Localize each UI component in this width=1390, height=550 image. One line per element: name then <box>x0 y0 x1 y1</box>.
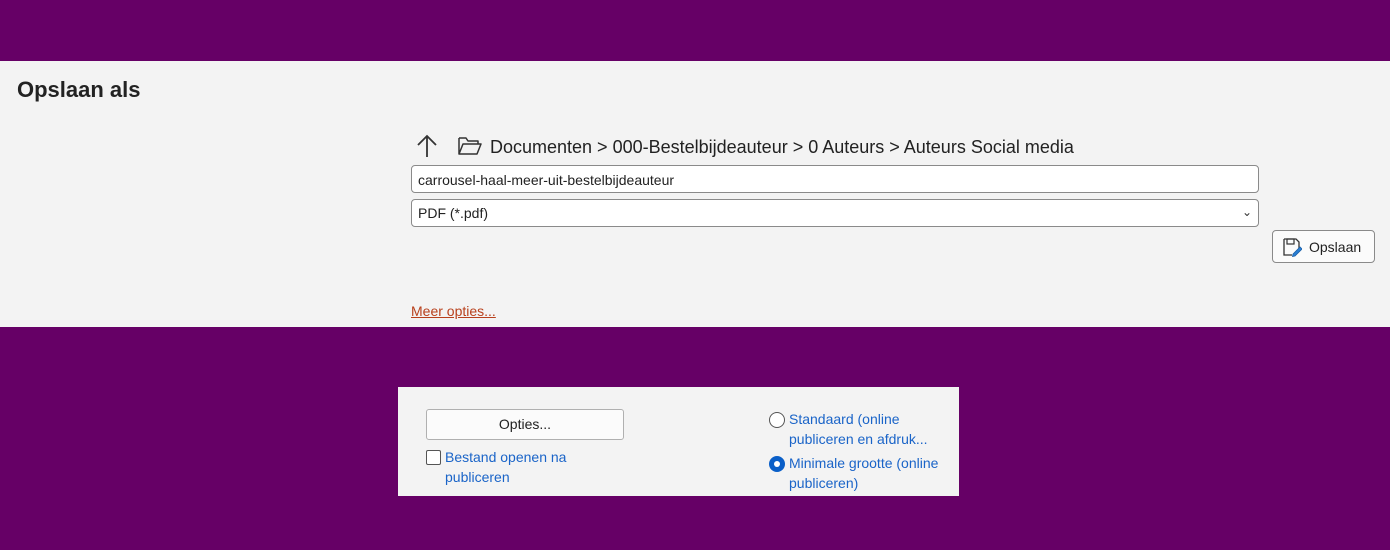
radio-minimum-size[interactable] <box>769 456 785 472</box>
page-title: Opslaan als <box>17 77 141 102</box>
publish-options-panel: Opties... Bestand openen na publiceren S… <box>398 387 959 496</box>
filetype-select[interactable]: PDF (*.pdf) ⌄ <box>411 199 1259 227</box>
save-icon <box>1283 238 1302 257</box>
folder-open-icon <box>458 137 482 155</box>
save-button[interactable]: Opslaan <box>1272 230 1375 263</box>
open-after-publish-label[interactable]: Bestand openen na publiceren <box>445 447 625 487</box>
save-button-label: Opslaan <box>1309 239 1362 255</box>
save-as-panel: Opslaan als Documenten > 000-Bestelbijde… <box>0 61 1390 327</box>
options-button[interactable]: Opties... <box>426 409 624 440</box>
filetype-value: PDF (*.pdf) <box>418 205 489 221</box>
chevron-down-icon: ⌄ <box>1241 205 1252 219</box>
radio-standard-label[interactable]: Standaard (online publiceren en afdruk..… <box>789 409 949 449</box>
filename-input[interactable]: carrousel-haal-meer-uit-bestelbijdeauteu… <box>411 165 1259 193</box>
up-arrow-icon[interactable] <box>414 133 440 159</box>
more-options-link[interactable]: Meer opties... <box>411 303 496 319</box>
open-after-publish-checkbox[interactable] <box>426 450 441 465</box>
radio-standard[interactable] <box>769 412 785 428</box>
breadcrumb[interactable]: Documenten > 000-Bestelbijdeauteur > 0 A… <box>490 137 1074 158</box>
radio-minimum-size-label[interactable]: Minimale grootte (online publiceren) <box>789 453 949 493</box>
